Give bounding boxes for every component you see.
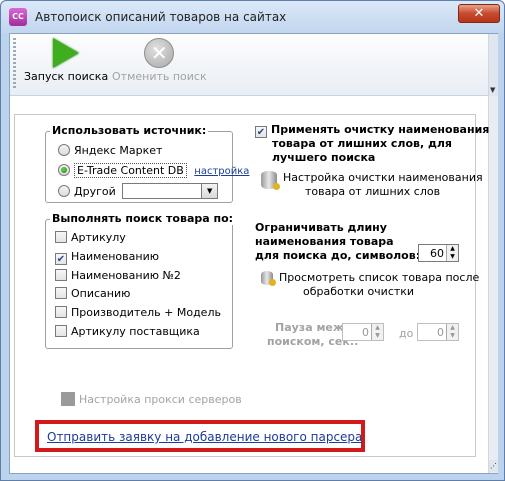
limit-label-2: наименования товара (255, 235, 394, 248)
checkbox-name2[interactable] (55, 269, 67, 281)
apply-cleanup-label-3: лучшего поиска (272, 151, 376, 164)
proxy-settings-label: Настройка прокси серверов (79, 393, 242, 406)
checkbox-article[interactable] (55, 231, 67, 243)
app-window: CC Автопоиск описаний товаров на сайтах … (0, 0, 505, 481)
parser-request-highlight: Отправить заявку на добавление нового па… (35, 420, 365, 452)
source-settings-link[interactable]: настройка (194, 166, 249, 177)
cancel-search-button[interactable]: ✕ Отменить поиск (112, 38, 207, 83)
cancel-search-label: Отменить поиск (112, 70, 207, 83)
checkbox-name[interactable]: ✔ (55, 253, 67, 265)
search-by-name2-label: Наименованию №2 (71, 269, 181, 282)
search-by-name-label: Наименованию (71, 250, 159, 263)
source-etrade-label: E-Trade Content DB (74, 163, 187, 178)
checkbox-description[interactable] (55, 287, 67, 299)
search-by-supplier-article-label: Артикулу поставщика (71, 325, 200, 338)
checkbox-apply-cleanup[interactable]: ✔ (255, 126, 267, 138)
pause-from-stepper[interactable]: 0 ▲ ▼ (342, 323, 384, 341)
chevron-down-icon: ▼ (201, 184, 218, 198)
cleanup-settings-button[interactable] (261, 171, 280, 192)
pause-to-label: до (399, 327, 414, 340)
cleanup-settings-label-1[interactable]: Настройка очистки наименования (283, 171, 483, 184)
stepper-arrows-icon[interactable]: ▲ ▼ (446, 324, 458, 340)
search-by-description[interactable]: Описанию (55, 287, 130, 300)
pause-to-value: 0 (437, 326, 444, 339)
apply-cleanup-checkbox-row[interactable]: ✔ Применять очистку наименования (255, 123, 489, 138)
preview-list-label-2[interactable]: обработки очистки (303, 285, 414, 298)
source-other[interactable]: Другой ▼ (58, 183, 219, 199)
checkbox-supplier-article[interactable] (55, 325, 67, 337)
search-by-name[interactable]: ✔ Наименованию (55, 250, 159, 265)
search-by-group-title: Выполнять поиск товара по: (50, 212, 236, 225)
title-bar: CC Автопоиск описаний товаров на сайтах … (1, 1, 504, 33)
toolbar: Запуск поиска ✕ Отменить поиск (10, 34, 488, 96)
preview-list-button[interactable] (261, 271, 276, 288)
limit-length-stepper[interactable]: 60 ▲ ▼ (418, 244, 459, 262)
database-view-icon (261, 271, 276, 286)
play-icon (53, 38, 80, 68)
cancel-icon: ✕ (144, 38, 175, 68)
checkbox-maker-model[interactable] (55, 306, 67, 318)
search-by-article[interactable]: Артикулу (55, 231, 126, 244)
source-etrade[interactable]: E-Trade Content DB настройка (58, 163, 249, 178)
source-group: Использовать источник: Яндекс Маркет E-T… (45, 124, 249, 203)
pause-from-value: 0 (362, 326, 369, 339)
chevron-down-icon[interactable]: ▼ (490, 86, 495, 94)
search-by-article-label: Артикулу (71, 231, 126, 244)
cleanup-settings-label-2[interactable]: товара от лишних слов (305, 185, 440, 198)
start-search-button[interactable]: Запуск поиска (24, 38, 108, 83)
stepper-arrows-icon[interactable]: ▲ ▼ (446, 245, 458, 261)
source-group-title: Использовать источник: (50, 124, 209, 137)
app-icon: CC (9, 8, 27, 26)
limit-length-value: 60 (430, 247, 444, 260)
source-yandex[interactable]: Яндекс Маркет (58, 144, 162, 157)
database-settings-icon (261, 171, 280, 190)
search-by-group: Выполнять поиск товара по: Артикулу ✔ Наи… (45, 212, 236, 349)
vertical-scrollbar[interactable]: ▼ ⋰ (488, 34, 498, 473)
limit-label-3: для поиска до, символов: (255, 249, 421, 262)
search-by-maker-model-label: Производитель + Модель (71, 306, 221, 319)
source-other-select[interactable]: ▼ (122, 183, 219, 199)
add-parser-request-link[interactable]: Отправить заявку на добавление нового па… (47, 430, 362, 444)
toolbar-grip[interactable] (13, 38, 16, 90)
search-by-maker-model[interactable]: Производитель + Модель (55, 306, 221, 319)
source-other-label: Другой (74, 185, 116, 198)
search-by-supplier-article[interactable]: Артикулу поставщика (55, 325, 200, 338)
resize-grip-icon[interactable]: ⋰ (489, 460, 498, 472)
search-by-name2[interactable]: Наименованию №2 (55, 269, 181, 282)
stepper-arrows-icon[interactable]: ▲ ▼ (371, 324, 383, 340)
scrollbar-top: ▼ (489, 34, 498, 96)
preview-list-label-1[interactable]: Просмотреть список товара после (279, 271, 479, 284)
settings-panel: Использовать источник: Яндекс Маркет E-T… (14, 114, 489, 457)
close-button[interactable]: ✕ (458, 4, 500, 23)
client-area: Запуск поиска ✕ Отменить поиск ▼ ⋰ Испол… (9, 33, 498, 474)
start-search-label: Запуск поиска (24, 70, 109, 83)
proxy-settings-icon (61, 392, 75, 406)
window-title: Автопоиск описаний товаров на сайтах (35, 10, 287, 24)
proxy-settings-button[interactable]: Настройка прокси серверов (61, 392, 242, 406)
radio-etrade[interactable] (58, 164, 70, 176)
apply-cleanup-label-1: Применять очистку наименования (271, 123, 490, 136)
limit-label-1: Ограничивать длину (255, 221, 387, 234)
apply-cleanup-label-2: товара от лишних слов, для (272, 137, 452, 150)
search-by-description-label: Описанию (71, 287, 131, 300)
radio-yandex[interactable] (58, 144, 70, 156)
pause-to-stepper[interactable]: 0 ▲ ▼ (417, 323, 459, 341)
radio-other[interactable] (58, 185, 70, 197)
source-yandex-label: Яндекс Маркет (74, 144, 163, 157)
